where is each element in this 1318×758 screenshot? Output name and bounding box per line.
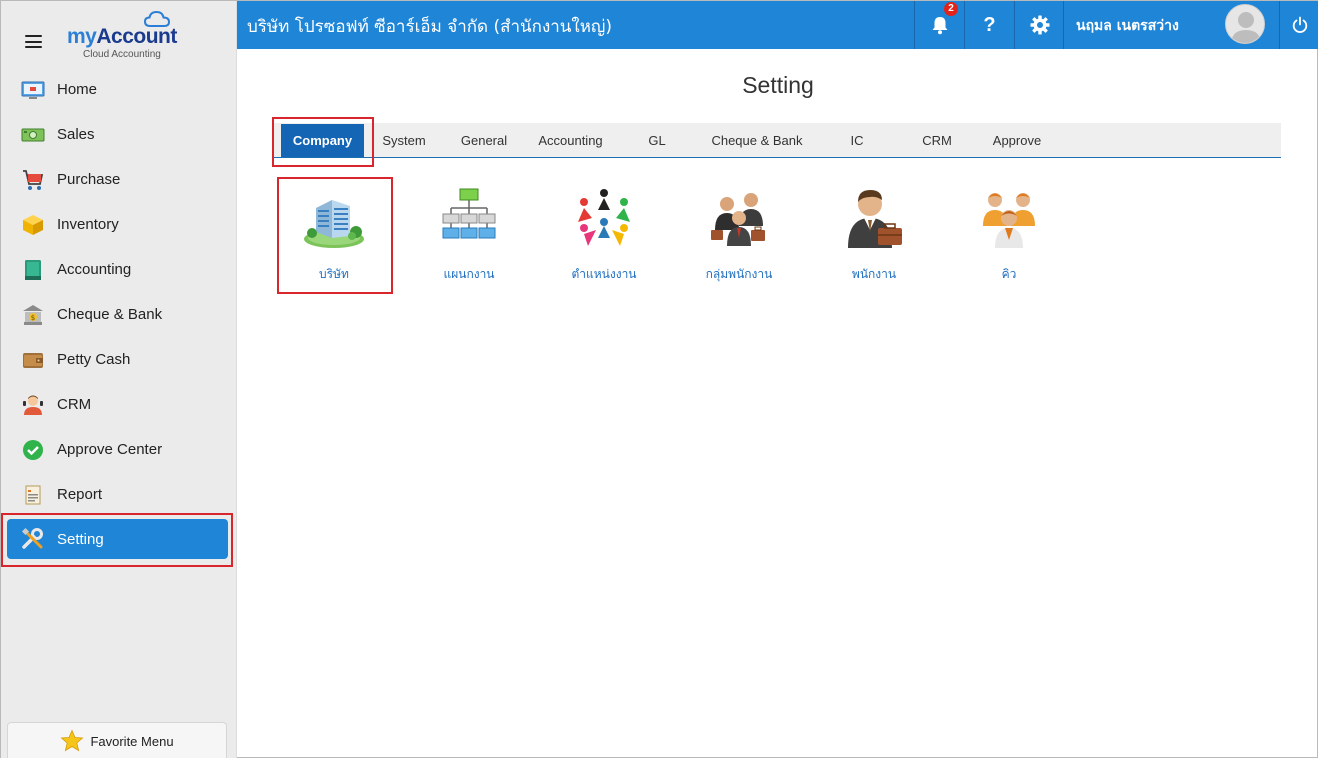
- tab-gl[interactable]: GL: [617, 123, 697, 157]
- sidebar-item-label: Purchase: [57, 171, 121, 188]
- sidebar-item-inventory[interactable]: Inventory: [1, 202, 237, 247]
- sidebar-item-label: Inventory: [57, 216, 119, 233]
- tab-accounting[interactable]: Accounting: [524, 123, 617, 157]
- tab-cheque-bank[interactable]: Cheque & Bank: [697, 123, 817, 157]
- sidebar-item-accounting[interactable]: Accounting: [1, 247, 237, 292]
- box-icon: [23, 214, 43, 235]
- sidebar-item-label: Petty Cash: [57, 351, 131, 368]
- tab-crm[interactable]: CRM: [897, 123, 977, 157]
- logo-wordmark: myAccount: [67, 25, 177, 48]
- shopping-cart-icon: [23, 169, 44, 190]
- avatar[interactable]: [1225, 4, 1265, 44]
- businessman-icon: [848, 190, 902, 248]
- settings-tab-bar: Company System General Accounting GL Che…: [274, 123, 1281, 158]
- app-logo[interactable]: myAccount Cloud Accounting: [67, 9, 197, 63]
- sidebar-item-label: Report: [57, 486, 103, 503]
- report-document-icon: [25, 485, 41, 504]
- tile-label: กลุ่มพนักงาน: [705, 267, 773, 281]
- business-group-icon: [711, 193, 765, 246]
- tab-system[interactable]: System: [364, 123, 444, 157]
- ledger-book-icon: [25, 259, 41, 280]
- settings-button[interactable]: [1014, 1, 1064, 49]
- logout-button[interactable]: [1279, 1, 1318, 49]
- building-icon: [304, 200, 364, 248]
- svg-text:$: $: [31, 314, 35, 322]
- tile-company[interactable]: บริษัท: [277, 178, 391, 292]
- sidebar-item-report[interactable]: Report: [1, 472, 237, 517]
- sidebar-item-label: Sales: [57, 126, 95, 143]
- tile-label: ตำแหน่งงาน: [571, 267, 637, 281]
- tile-position[interactable]: ตำแหน่งงาน: [547, 178, 661, 292]
- user-name: นฤมล เนตรสว่าง: [1076, 18, 1179, 34]
- sidebar-header: myAccount Cloud Accounting: [1, 1, 237, 67]
- star-icon: [60, 729, 84, 752]
- user-menu[interactable]: นฤมล เนตรสว่าง: [1063, 1, 1279, 49]
- power-icon: [1292, 16, 1307, 33]
- help-icon: ?: [983, 13, 996, 36]
- sidebar-item-label: Cheque & Bank: [57, 306, 163, 323]
- sidebar-item-label: Home: [57, 81, 98, 98]
- people-queue-icon: [983, 193, 1035, 248]
- tile-employee[interactable]: พนักงาน: [817, 178, 931, 292]
- page-title: Setting: [742, 72, 814, 98]
- tile-label: คิว: [1001, 267, 1017, 281]
- sidebar-item-home[interactable]: Home: [1, 67, 237, 112]
- gear-icon: [1030, 15, 1049, 35]
- sidebar-item-setting[interactable]: Setting: [7, 519, 228, 559]
- org-chart-icon: [442, 188, 496, 239]
- hamburger-menu-icon[interactable]: [25, 35, 42, 48]
- sidebar-item-sales[interactable]: Sales: [1, 112, 237, 157]
- user-avatar-icon: [1231, 12, 1261, 43]
- sidebar-item-label: CRM: [57, 396, 92, 413]
- customer-icon: [23, 395, 43, 415]
- sidebar-item-label: Approve Center: [57, 441, 163, 458]
- favorite-menu-label: Favorite Menu: [90, 733, 174, 749]
- bell-icon: [932, 17, 947, 35]
- favorite-menu-button[interactable]: Favorite Menu: [7, 722, 227, 758]
- notification-button[interactable]: 2: [914, 1, 964, 49]
- sidebar-item-approve-center[interactable]: Approve Center: [1, 427, 237, 472]
- tab-company[interactable]: Company: [281, 124, 364, 157]
- tab-general[interactable]: General: [444, 123, 524, 157]
- tile-label: บริษัท: [319, 267, 349, 281]
- tile-employee-group[interactable]: กลุ่มพนักงาน: [682, 178, 796, 292]
- tab-approve[interactable]: Approve: [977, 123, 1057, 157]
- sidebar-item-petty-cash[interactable]: Petty Cash: [1, 337, 237, 382]
- tile-queue[interactable]: คิว: [952, 178, 1066, 292]
- tile-label: พนักงาน: [851, 267, 897, 281]
- logo-subtitle: Cloud Accounting: [83, 49, 161, 60]
- money-icon: [21, 128, 45, 141]
- help-button[interactable]: ?: [964, 1, 1014, 49]
- sidebar-item-cheque-bank[interactable]: $ Cheque & Bank: [1, 292, 237, 337]
- tools-icon: [21, 527, 43, 549]
- company-name[interactable]: บริษัท โปรซอฟท์ ซีอาร์เอ็ม จำกัด (สำนักง…: [247, 13, 612, 40]
- wallet-icon: [23, 352, 43, 368]
- sidebar-item-label: Accounting: [57, 261, 132, 278]
- sidebar-item-label: Setting: [57, 530, 104, 548]
- tile-label: แผนกงาน: [443, 267, 495, 281]
- team-circle-icon: [578, 189, 630, 246]
- top-bar: บริษัท โปรซอฟท์ ซีอาร์เอ็ม จำกัด (สำนักง…: [237, 1, 1318, 49]
- sidebar-item-crm[interactable]: CRM: [1, 382, 237, 427]
- sidebar: myAccount Cloud Accounting Home Sales Pu…: [1, 1, 237, 758]
- tab-ic[interactable]: IC: [817, 123, 897, 157]
- check-circle-icon: [23, 439, 43, 460]
- tile-department[interactable]: แผนกงาน: [412, 178, 526, 292]
- notification-badge: 2: [944, 2, 958, 16]
- sidebar-item-purchase[interactable]: Purchase: [1, 157, 237, 202]
- monitor-icon: [21, 81, 45, 99]
- bank-icon: $: [23, 304, 43, 325]
- sidebar-nav: Home Sales Purchase Inventory Accounting…: [1, 67, 237, 559]
